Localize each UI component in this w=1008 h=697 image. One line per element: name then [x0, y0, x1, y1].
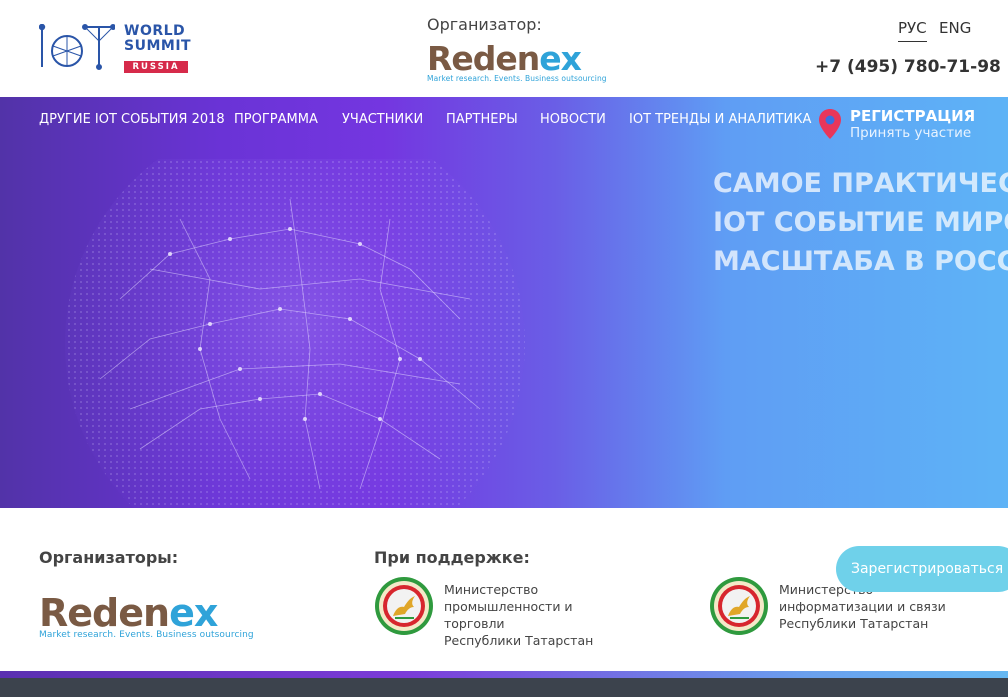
nav-item-iot-trends[interactable]: IOT ТРЕНДЫ И АНАЛИТИКА — [629, 113, 811, 127]
redenex-name-part1: Reden — [427, 39, 540, 78]
registration-subtitle: Принять участие — [850, 125, 972, 141]
organizers-title: Организаторы: — [39, 548, 179, 567]
organizer-label: Организатор: — [427, 15, 542, 34]
hero-banner: ДРУГИЕ IOT СОБЫТИЯ 2018 ПРОГРАММА УЧАСТН… — [0, 97, 1008, 508]
redenex-large-tagline: Market research. Events. Business outsou… — [39, 630, 254, 640]
redenex-name-part2: ex — [539, 39, 582, 78]
redenex-large-name-part1: Reden — [39, 591, 170, 635]
organizer-logo-redenex[interactable]: Redenex Market research. Events. Busines… — [427, 39, 607, 84]
hero-headline-line-1: САМОЕ ПРАКТИЧЕС — [713, 168, 1008, 199]
hero-headline-line-3: МАСШТАБА В РОСС — [713, 246, 1008, 277]
logo-line-world: WORLD — [124, 23, 186, 39]
nav-item-other-iot-events[interactable]: ДРУГИЕ IOT СОБЫТИЯ 2018 — [39, 113, 225, 127]
iot-logo-icon — [39, 24, 115, 70]
logo-wordmark: WORLD SUMMIT RUSSIA — [124, 24, 194, 73]
logo-line-summit: SUMMIT — [124, 38, 192, 54]
ministry-1-line-2: промышленности и торговли — [444, 599, 573, 631]
register-cta-button[interactable]: Зарегистрироваться — [836, 546, 1008, 592]
redenex-tagline: Market research. Events. Business outsou… — [427, 74, 607, 83]
globe-network-illustration — [65, 159, 525, 508]
site-footer — [0, 678, 1008, 697]
ministry-1-line-3: Республики Татарстан — [444, 633, 594, 648]
nav-item-participants[interactable]: УЧАСТНИКИ — [342, 113, 423, 127]
footer-gradient-strip — [0, 671, 1008, 678]
registration-link[interactable]: РЕГИСТРАЦИЯ Принять участие — [818, 107, 1008, 143]
hero-headline-line-2: IOT СОБЫТИЕ МИРО — [713, 207, 1008, 238]
tatarstan-emblem-icon[interactable] — [709, 576, 769, 636]
ministry-2-line-3: Республики Татарстан — [779, 616, 929, 631]
logo-badge-russia: RUSSIA — [124, 61, 188, 73]
registration-title: РЕГИСТРАЦИЯ — [850, 107, 976, 125]
organizer-logo-redenex-large[interactable]: Redenex Market research. Events. Busines… — [39, 594, 254, 640]
language-ru-link[interactable]: РУС — [898, 19, 927, 42]
redenex-large-name-part2: ex — [169, 591, 218, 635]
iot-world-summit-logo[interactable]: WORLD SUMMIT RUSSIA — [39, 24, 194, 73]
language-en-link[interactable]: ENG — [939, 19, 971, 37]
nav-item-news[interactable]: НОВОСТИ — [540, 113, 606, 127]
ministry-industry-trade[interactable]: Министерство промышленности и торговли Р… — [444, 581, 634, 649]
nav-item-program[interactable]: ПРОГРАММА — [234, 113, 318, 127]
location-pin-icon — [819, 109, 841, 139]
tatarstan-emblem-icon[interactable] — [374, 576, 434, 636]
ministry-2-line-2: информатизации и связи — [779, 599, 946, 614]
ministry-1-line-1: Министерство — [444, 582, 539, 597]
site-header: WORLD SUMMIT RUSSIA Организатор: Redenex… — [0, 0, 1008, 97]
nav-item-partners[interactable]: ПАРТНЕРЫ — [446, 113, 518, 127]
support-title: При поддержке: — [374, 548, 530, 567]
hero-headline: САМОЕ ПРАКТИЧЕС IOT СОБЫТИЕ МИРО МАСШТАБ… — [713, 164, 1008, 281]
contact-phone[interactable]: +7 (495) 780-71-98 — [815, 57, 1001, 77]
